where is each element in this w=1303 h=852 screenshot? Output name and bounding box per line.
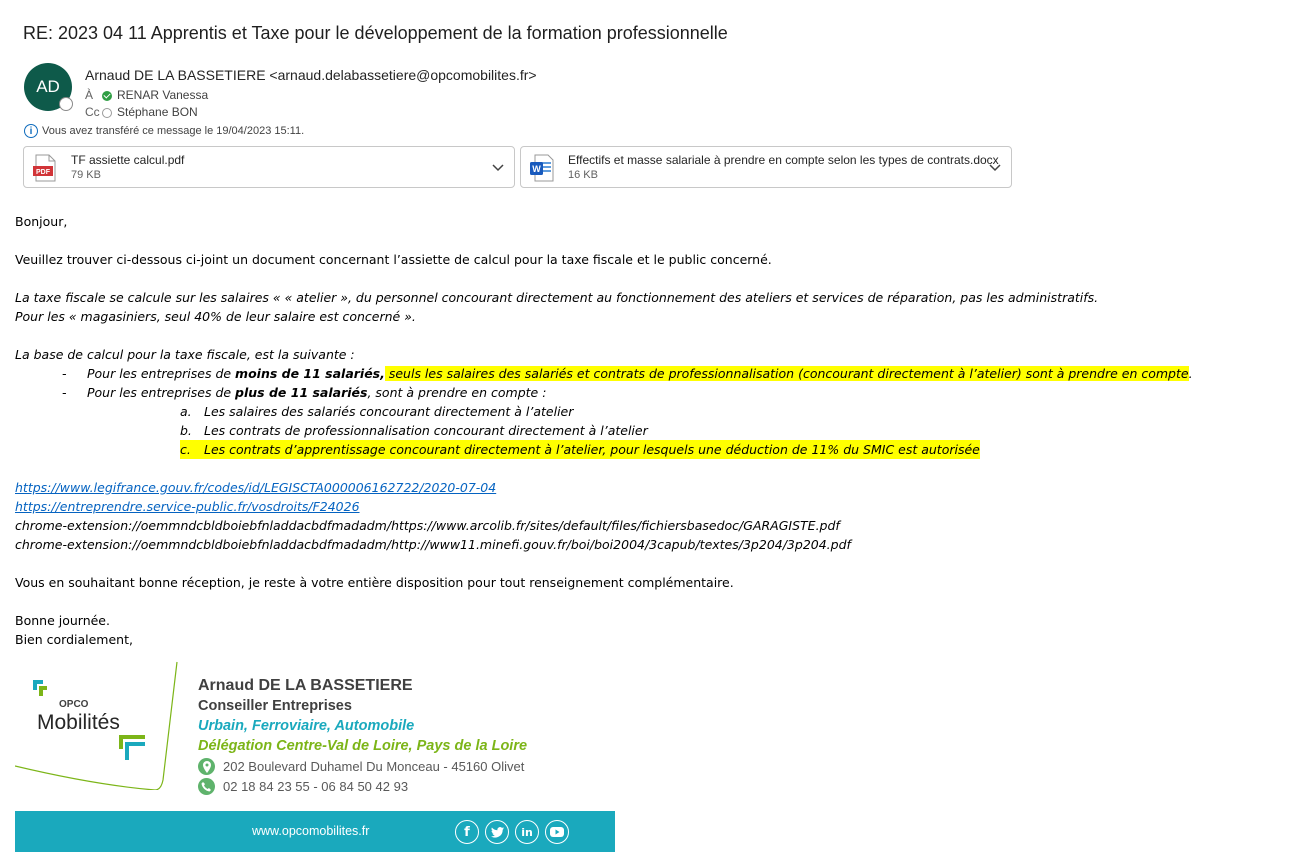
phone-text: 02 18 84 23 55 - 06 84 50 42 93 (223, 779, 409, 794)
word-file-icon: W (530, 154, 554, 182)
bullet-text: . (1188, 366, 1193, 381)
website-link[interactable]: www.opcomobilites.fr (252, 824, 369, 838)
forwarded-info-bar: i Vous avez transféré ce message le 19/0… (24, 124, 304, 138)
extension-url-text: chrome-extension://oemmndcbldboiebfnladd… (15, 537, 851, 552)
closing-text: Bien cordialement, (15, 632, 133, 647)
opco-mobilites-logo: OPCO Mobilités (15, 661, 178, 790)
intro-text: Veuillez trouver ci-dessous ci-joint un … (15, 252, 772, 267)
closing-text: Vous en souhaitant bonne réception, je r… (15, 575, 734, 590)
pdf-file-icon: PDF (33, 154, 56, 182)
presence-status-icon (59, 97, 73, 111)
logo-small-text: OPCO (59, 699, 89, 710)
recipients: À RENAR Vanessa Cc Stéphane BON (85, 87, 208, 121)
paragraph-text: Pour les « magasiniers, seul 40% de leur… (15, 309, 416, 324)
sub-list-text: Les contrats d’apprentissage concourant … (204, 440, 980, 459)
sub-list-text: Les salaires des salariés concourant dir… (204, 404, 574, 419)
list-item: - Pour les entreprises de moins de 11 sa… (15, 364, 1295, 383)
available-status-icon (102, 90, 112, 101)
attachment-size: 16 KB (568, 169, 598, 181)
svg-text:PDF: PDF (36, 169, 51, 176)
bullet-dash: - (62, 366, 67, 381)
forwarded-info-text: Vous avez transféré ce message le 19/04/… (42, 125, 305, 137)
address-text: 202 Boulevard Duhamel Du Monceau - 45160… (223, 759, 525, 774)
greeting: Bonjour, (15, 214, 68, 229)
facebook-icon[interactable]: f (455, 820, 479, 844)
highlighted-text: seuls les salaires des salariés et contr… (384, 366, 1189, 381)
youtube-icon[interactable] (545, 820, 569, 844)
list-item: - Pour les entreprises de plus de 11 sal… (15, 383, 1295, 402)
info-icon: i (24, 124, 38, 138)
sub-list-letter: b. (180, 423, 192, 438)
bullet-text: , sont à prendre en compte : (367, 385, 547, 400)
linkedin-icon[interactable]: in (515, 820, 539, 844)
bullet-text: Pour les entreprises de (87, 385, 236, 400)
attachment-docx[interactable]: W Effectifs et masse salariale à prendre… (520, 146, 1012, 188)
attachment-size: 79 KB (71, 169, 101, 181)
cc-label: Cc (85, 105, 100, 119)
to-recipient[interactable]: RENAR Vanessa (117, 87, 208, 104)
signature-department: Urbain, Ferroviaire, Automobile (198, 718, 415, 734)
extension-url-text: chrome-extension://oemmndcbldboiebfnladd… (15, 518, 840, 533)
logo-big-text: Mobilités (37, 711, 120, 734)
bullet-bold-text: plus de 11 salariés (235, 385, 368, 400)
attachment-pdf[interactable]: PDF TF assiette calcul.pdf 79 KB (23, 146, 515, 188)
sub-list-text: Les contrats de professionnalisation con… (204, 423, 648, 438)
attachment-name: TF assiette calcul.pdf (71, 153, 185, 167)
chevron-down-icon[interactable] (988, 160, 1002, 174)
email-body: Bonjour, Veuillez trouver ci-dessous ci-… (15, 212, 1295, 649)
bullet-dash: - (62, 385, 67, 400)
service-public-link[interactable]: https://entreprendre.service-public.fr/v… (15, 499, 360, 514)
attachment-name: Effectifs et masse salariale à prendre e… (568, 153, 999, 167)
chevron-down-icon[interactable] (491, 160, 505, 174)
signature-name: Arnaud DE LA BASSETIERE (198, 677, 413, 694)
sub-list-item: c. Les contrats d’apprentissage concoura… (15, 440, 1295, 459)
cc-recipient[interactable]: Stéphane BON (117, 104, 198, 121)
paragraph-text: La taxe fiscale se calcule sur les salai… (15, 290, 1099, 305)
signature-footer-banner: www.opcomobilites.fr f in (15, 811, 615, 852)
bullet-text: Pour les entreprises de (87, 366, 236, 381)
sub-list-letter: c. (180, 440, 204, 459)
to-label: À (85, 88, 94, 102)
signature-address: 202 Boulevard Duhamel Du Monceau - 45160… (198, 758, 524, 775)
signature-role: Conseiller Entreprises (198, 698, 352, 714)
paragraph-text: La base de calcul pour la taxe fiscale, … (15, 347, 355, 362)
signature-phone: 02 18 84 23 55 - 06 84 50 42 93 (198, 778, 408, 795)
sub-list-letter: a. (180, 404, 192, 419)
bullet-bold-text: moins de 11 salariés, (235, 366, 385, 381)
signature-delegation: Délégation Centre-Val de Loire, Pays de … (198, 738, 528, 754)
location-pin-icon (198, 758, 215, 775)
twitter-icon[interactable] (485, 820, 509, 844)
closing-text: Bonne journée. (15, 613, 110, 628)
email-subject: RE: 2023 04 11 Apprentis et Taxe pour le… (23, 23, 728, 43)
sub-list-item: b. Les contrats de professionnalisation … (15, 421, 1295, 440)
legifrance-link[interactable]: https://www.legifrance.gouv.fr/codes/id/… (15, 480, 496, 495)
phone-icon (198, 778, 215, 795)
sub-list-item: a. Les salaires des salariés concourant … (15, 402, 1295, 421)
offline-status-icon (102, 107, 112, 118)
sender-name[interactable]: Arnaud DE LA BASSETIERE <arnaud.delabass… (85, 67, 537, 83)
svg-text:W: W (532, 164, 541, 174)
